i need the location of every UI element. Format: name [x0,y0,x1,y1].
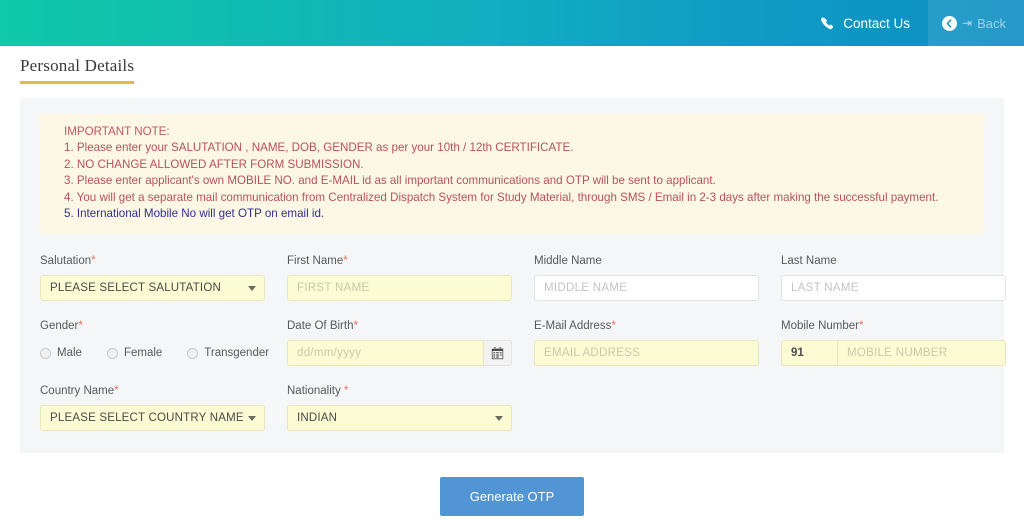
required-marker: * [91,255,96,268]
email-input[interactable] [534,340,759,367]
required-marker: * [114,385,119,398]
mobile-label: Mobile Number* [781,319,1006,333]
nationality-label-text: Nationality [287,385,341,398]
calendar-icon [491,346,504,360]
mobile-label-text: Mobile Number [781,320,859,333]
radio-icon [106,347,118,359]
phone-icon [820,16,834,30]
last-name-input[interactable] [781,275,1006,302]
field-salutation: Salutation* PLEASE SELECT SALUTATION [40,254,265,302]
form-row-gender-contact: Gender* Male Female Transgender Date Of … [40,319,1006,367]
required-marker: * [343,385,349,398]
circle-left-arrow-icon [942,15,957,31]
sign-out-icon: ⇥ [962,16,973,30]
first-name-label: First Name* [287,254,512,268]
last-name-label: Last Name [781,254,1006,268]
page-title: Personal Details [20,56,135,84]
spacer-col [534,384,759,431]
note-line: 3. Please enter applicant's own MOBILE N… [64,174,716,188]
salutation-value: PLEASE SELECT SALUTATION [50,282,221,295]
mobile-country-code[interactable]: 91 [781,340,837,367]
field-gender: Gender* Male Female Transgender [40,319,269,366]
generate-otp-button[interactable]: Generate OTP [439,477,585,517]
nationality-select[interactable]: INDIAN [287,405,512,432]
note-line: 2. NO CHANGE ALLOWED AFTER FORM SUBMISSI… [64,157,364,171]
form-row-names: Salutation* PLEASE SELECT SALUTATION Fir… [40,254,1006,302]
required-marker: * [353,320,358,333]
top-bar-actions: Contact Us ⇥ Back [802,0,1024,46]
note-line: IMPORTANT NOTE: [64,125,170,138]
salutation-label: Salutation* [40,254,265,268]
top-bar: Contact Us ⇥ Back [0,0,1024,46]
middle-name-label-text: Middle Name [534,255,602,268]
gender-option-label: Male [57,347,82,360]
salutation-select[interactable]: PLEASE SELECT SALUTATION [40,275,265,302]
middle-name-input[interactable] [534,275,759,302]
field-email: E-Mail Address* [534,319,759,367]
nationality-value: INDIAN [297,412,338,425]
gender-label-text: Gender [40,320,79,333]
spacer-col [781,384,1006,431]
dob-label-text: Date Of Birth [287,320,354,333]
country-name-value: PLEASE SELECT COUNTRY NAME [50,412,244,425]
contact-us-link[interactable]: Contact Us [802,0,928,46]
form-row-country: Country Name* PLEASE SELECT COUNTRY NAME… [40,384,984,432]
note-line: 5. International Mobile No will get OTP … [64,207,325,221]
back-button-label: Back [977,15,1006,31]
note-line: 1. Please enter your SALUTATION , NAME, … [64,141,574,155]
country-name-label-text: Country Name [40,385,115,398]
nationality-label: Nationality * [287,384,512,398]
gender-option-female[interactable]: Female [106,347,163,360]
gender-radio-group: Male Female Transgender [40,340,269,366]
chevron-down-icon [495,416,503,422]
field-date-of-birth: Date Of Birth* [287,319,512,367]
field-middle-name: Middle Name [534,254,759,302]
form-footer: Generate OTP [0,453,1024,517]
required-marker: * [343,255,348,268]
mobile-input-group: 91 [781,340,1006,367]
chevron-down-icon [248,286,256,292]
field-first-name: First Name* [287,254,512,302]
required-marker: * [858,320,864,333]
gender-option-label: Transgender [204,347,270,360]
first-name-input[interactable] [287,275,512,302]
back-button[interactable]: ⇥ Back [928,0,1024,46]
radio-icon [40,347,51,359]
email-label: E-Mail Address* [534,319,759,333]
radio-icon [187,347,199,359]
personal-details-panel: IMPORTANT NOTE: 1. Please enter your SAL… [20,98,1006,454]
dob-label: Date Of Birth* [287,319,512,333]
gender-option-label: Female [123,347,163,360]
gender-option-transgender[interactable]: Transgender [187,347,269,359]
chevron-down-icon [248,416,256,422]
field-last-name: Last Name [781,254,1006,302]
dob-input[interactable] [287,340,484,367]
first-name-label-text: First Name [287,255,344,268]
email-label-text: E-Mail Address [534,320,612,333]
country-name-label: Country Name* [40,384,265,398]
page-title-container: Personal Details [0,46,1024,84]
dob-input-group [287,340,512,367]
calendar-picker-button[interactable] [484,340,512,367]
salutation-label-text: Salutation [40,255,92,268]
field-nationality: Nationality * INDIAN [287,384,512,432]
gender-label: Gender* [40,319,265,333]
mobile-input[interactable] [837,340,1006,367]
field-country-name: Country Name* PLEASE SELECT COUNTRY NAME [40,384,265,432]
gender-option-male[interactable]: Male [40,347,82,359]
required-marker: * [78,320,83,333]
country-name-select[interactable]: PLEASE SELECT COUNTRY NAME [40,405,265,432]
contact-us-label: Contact Us [843,15,910,31]
last-name-label-text: Last Name [781,255,837,268]
field-mobile: Mobile Number* 91 [781,319,1006,367]
middle-name-label: Middle Name [534,254,759,268]
important-note-box: IMPORTANT NOTE: 1. Please enter your SAL… [40,114,984,235]
required-marker: * [611,320,616,333]
note-line: 4. You will get a separate mail communic… [64,190,939,204]
